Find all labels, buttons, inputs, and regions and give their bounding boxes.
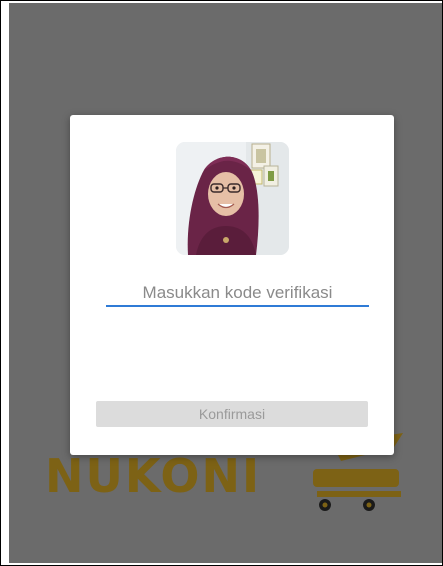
verification-dialog: Konfirmasi bbox=[70, 115, 394, 455]
captcha-photo-icon bbox=[176, 142, 289, 255]
verification-code-input[interactable] bbox=[106, 281, 369, 307]
confirm-button[interactable]: Konfirmasi bbox=[96, 401, 368, 427]
app-screen: NUKONI Masukkan kode verifikasi Konfirma… bbox=[9, 3, 442, 563]
device-frame: NUKONI Masukkan kode verifikasi Konfirma… bbox=[0, 0, 443, 566]
captcha-image bbox=[176, 142, 289, 255]
